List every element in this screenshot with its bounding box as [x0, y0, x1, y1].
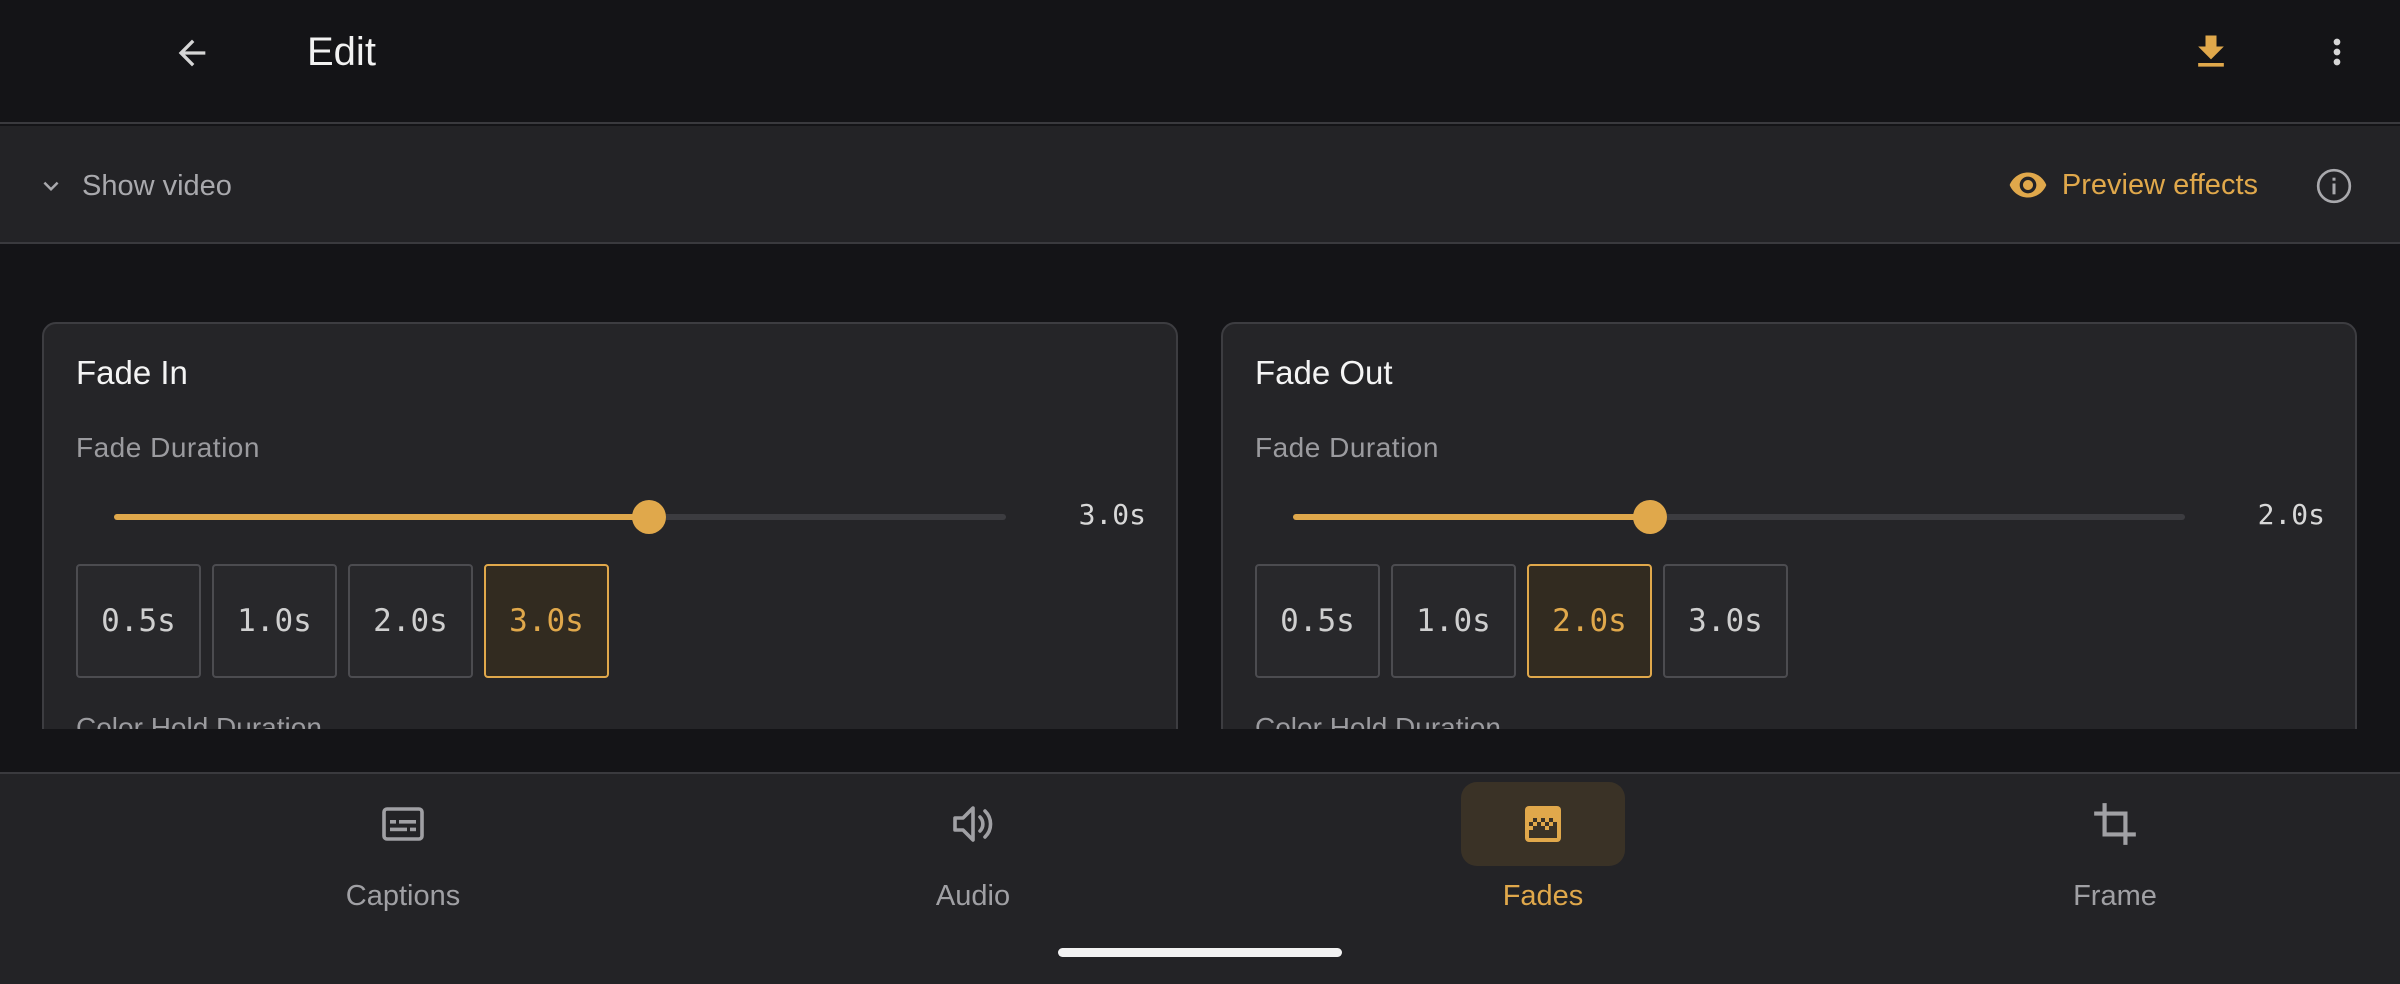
- nav-item-frame[interactable]: Frame: [1950, 780, 2280, 930]
- fade-out-duration-slider[interactable]: [1293, 500, 2185, 534]
- fade-out-title: Fade Out: [1255, 354, 1393, 391]
- download-icon: [2198, 35, 2224, 67]
- preset-chip[interactable]: 1.0s: [212, 564, 337, 678]
- fade-in-color-hold-label: Color Hold Duration: [76, 712, 322, 729]
- back-button[interactable]: [162, 27, 222, 79]
- show-video-toggle[interactable]: Show video: [36, 164, 232, 208]
- nav-label-fades: Fades: [1502, 880, 1584, 912]
- info-button[interactable]: [2312, 164, 2356, 208]
- preset-chip[interactable]: 2.0s: [1527, 564, 1652, 678]
- nav-item-audio[interactable]: Audio: [808, 780, 1138, 930]
- preset-chip[interactable]: 0.5s: [76, 564, 201, 678]
- show-video-label: Show video: [82, 169, 232, 202]
- nav-item-captions[interactable]: Captions: [238, 780, 568, 930]
- eye-icon: [2009, 172, 2047, 198]
- nav-label-audio: Audio: [935, 880, 1011, 912]
- nav-item-fades[interactable]: Fades: [1378, 780, 1708, 930]
- volume-icon: [953, 806, 993, 842]
- download-button[interactable]: [2184, 24, 2238, 80]
- preset-chip[interactable]: 1.0s: [1391, 564, 1516, 678]
- nav-label-frame: Frame: [2073, 880, 2157, 912]
- fade-out-presets: 0.5s 1.0s 2.0s 3.0s: [1255, 564, 1788, 678]
- fade-in-title: Fade In: [76, 354, 188, 391]
- slider-fill: [114, 514, 650, 520]
- preview-effects-button[interactable]: Preview effects: [2008, 162, 2258, 208]
- preset-chip[interactable]: 0.5s: [1255, 564, 1380, 678]
- fade-out-card: Fade Out Fade Duration 2.0s 0.5s 1.0s 2.…: [1221, 322, 2357, 729]
- fade-in-value: 3.0s: [1078, 498, 1146, 531]
- info-icon: [2316, 168, 2352, 204]
- fade-in-duration-label: Fade Duration: [76, 432, 260, 463]
- nav-label-captions: Captions: [345, 880, 461, 912]
- top-app-bar: Edit: [0, 0, 2400, 124]
- preset-chip[interactable]: 3.0s: [1663, 564, 1788, 678]
- fade-out-value: 2.0s: [2257, 498, 2325, 531]
- slider-thumb[interactable]: [1632, 500, 1667, 534]
- video-toggle-bar: Show video Preview effects: [0, 126, 2400, 244]
- gradient-icon: [1525, 806, 1561, 842]
- fade-out-color-hold-label: Color Hold Duration: [1255, 712, 1501, 729]
- slider-thumb[interactable]: [632, 500, 667, 534]
- home-indicator[interactable]: [1058, 948, 1342, 957]
- slider-fill: [1293, 514, 1650, 520]
- more-vert-icon: [2333, 38, 2341, 66]
- fade-in-card: Fade In Fade Duration 3.0s 0.5s 1.0s 2.0…: [42, 322, 1178, 729]
- preview-effects-label: Preview effects: [2061, 168, 2258, 201]
- preset-chip[interactable]: 3.0s: [484, 564, 609, 678]
- arrow-left-icon: [178, 39, 206, 67]
- preset-chip[interactable]: 2.0s: [348, 564, 473, 678]
- fade-in-duration-slider[interactable]: [114, 500, 1006, 534]
- chevron-down-icon: [43, 181, 59, 191]
- fades-content: Fade In Fade Duration 3.0s 0.5s 1.0s 2.0…: [0, 244, 2400, 729]
- crop-icon: [2094, 803, 2136, 845]
- page-title: Edit: [307, 30, 376, 74]
- fade-out-duration-label: Fade Duration: [1255, 432, 1439, 463]
- captions-icon: [382, 807, 424, 841]
- more-options-button[interactable]: [2310, 24, 2364, 80]
- fade-in-presets: 0.5s 1.0s 2.0s 3.0s: [76, 564, 609, 678]
